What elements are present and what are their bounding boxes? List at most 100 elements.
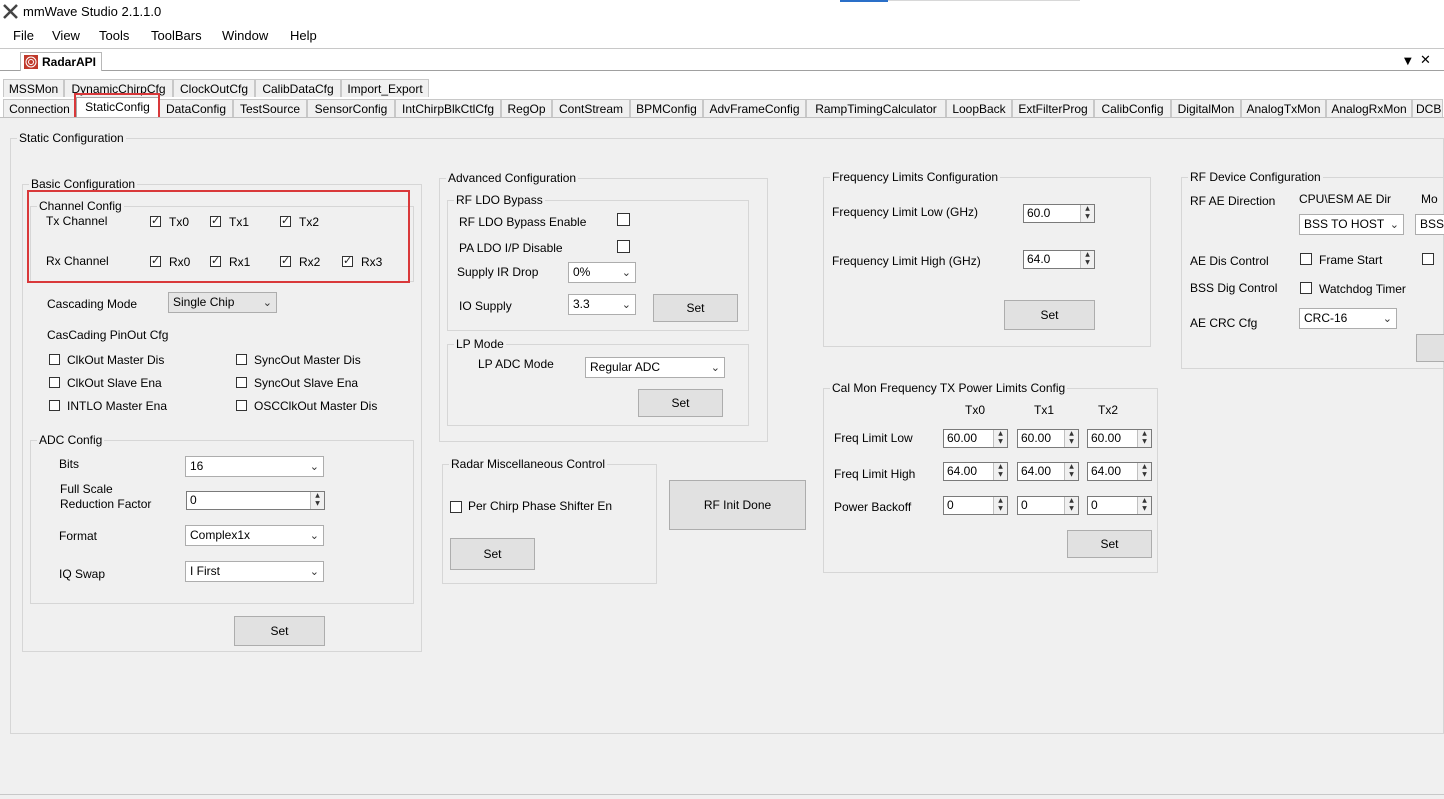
spinner-arrows-icon[interactable]: ▲ ▼ (1064, 430, 1078, 447)
freq-limits-set-button[interactable]: Set (1004, 300, 1095, 330)
freq-limit-high-spinner[interactable]: 64.0 ▲ ▼ (1023, 250, 1095, 269)
tab-bpmconfig[interactable]: BPMConfig (630, 99, 703, 117)
tab-import-export[interactable]: Import_Export (341, 79, 429, 97)
tab-mssmon[interactable]: MSSMon (3, 79, 64, 97)
calmon-backoff-tx0-spinner[interactable]: 0 ▲ ▼ (943, 496, 1008, 515)
calmon-high-tx0-spinner[interactable]: 64.00 ▲ ▼ (943, 462, 1008, 481)
tx0-checkbox[interactable] (150, 214, 161, 227)
freq-limit-low-spinner[interactable]: 60.0 ▲ ▼ (1023, 204, 1095, 223)
spinner-arrows-icon[interactable]: ▲ ▼ (1064, 497, 1078, 514)
spinner-arrows-icon[interactable]: ▲ ▼ (1080, 205, 1094, 222)
tab-testsource[interactable]: TestSource (233, 99, 307, 117)
tab-extfilterprog[interactable]: ExtFilterProg (1012, 99, 1094, 117)
tab-analogrxmon[interactable]: AnalogRxMon (1326, 99, 1412, 117)
tab-sensorconfig[interactable]: SensorConfig (307, 99, 395, 117)
oscclkout-master-dis-checkbox[interactable] (236, 400, 247, 411)
menu-window[interactable]: Window (222, 28, 268, 43)
static-configuration-title: Static Configuration (17, 131, 126, 145)
tab-ramptimingcalculator[interactable]: RampTimingCalculator (806, 99, 946, 117)
tab-connection[interactable]: Connection (3, 99, 76, 117)
clkout-master-dis-checkbox[interactable] (49, 354, 60, 365)
spinner-arrows-icon[interactable]: ▲ ▼ (993, 430, 1007, 447)
calmon-low-tx2-spinner[interactable]: 60.00 ▲ ▼ (1087, 429, 1152, 448)
spinner-arrows-icon[interactable]: ▲ ▼ (310, 492, 324, 509)
iq-swap-select[interactable]: I First ⌄ (185, 561, 324, 582)
full-scale-reduction-spinner[interactable]: 0 ▲ ▼ (186, 491, 325, 510)
spinner-arrows-icon[interactable]: ▲ ▼ (1137, 463, 1151, 480)
rx0-checkbox[interactable] (150, 254, 161, 267)
ae-crc-cfg-select[interactable]: CRC-16 ⌄ (1299, 308, 1397, 329)
pa-ldo-disable-checkbox[interactable] (617, 240, 630, 253)
tab-clockoutcfg[interactable]: ClockOutCfg (173, 79, 255, 97)
tx1-checkbox[interactable] (210, 214, 221, 227)
menu-file[interactable]: File (13, 28, 34, 43)
syncout-master-dis-checkbox[interactable] (236, 354, 247, 365)
rx3-checkbox[interactable] (342, 254, 353, 267)
chevron-down-icon: ⌄ (1382, 312, 1392, 325)
frequency-limits-title: Frequency Limits Configuration (830, 170, 1001, 184)
tab-calibconfig[interactable]: CalibConfig (1094, 99, 1171, 117)
io-supply-select[interactable]: 3.3 ⌄ (568, 294, 636, 315)
rx2-checkbox[interactable] (280, 254, 291, 267)
ae-dis-extra-checkbox[interactable] (1422, 253, 1434, 265)
tab-calibdatacfg[interactable]: CalibDataCfg (255, 79, 341, 97)
tab-advframeconfig[interactable]: AdvFrameConfig (703, 99, 806, 117)
cpu-esm-ae-dir-select[interactable]: BSS TO HOST ⌄ (1299, 214, 1404, 235)
menu-toolbars[interactable]: ToolBars (151, 28, 202, 43)
close-icon[interactable]: ✕ (1420, 53, 1431, 68)
mo-ae-dir-select[interactable]: BSS (1415, 214, 1444, 235)
rf-ldo-bypass-enable-checkbox[interactable] (617, 213, 630, 226)
syncout-slave-ena-checkbox[interactable] (236, 377, 247, 388)
tx2-checkbox[interactable] (280, 214, 291, 227)
calmon-high-tx1-spinner[interactable]: 64.00 ▲ ▼ (1017, 462, 1079, 481)
watchdog-timer-checkbox[interactable] (1300, 282, 1312, 294)
tab-regop[interactable]: RegOp (501, 99, 552, 117)
lp-adc-mode-select[interactable]: Regular ADC ⌄ (585, 357, 725, 378)
misc-set-button[interactable]: Set (450, 538, 535, 570)
per-chirp-phase-shifter-checkbox[interactable] (450, 501, 462, 513)
tab-intchirpblkctlcfg[interactable]: IntChirpBlkCtlCfg (395, 99, 501, 117)
clkout-slave-ena-checkbox[interactable] (49, 377, 60, 388)
basic-config-set-button[interactable]: Set (234, 616, 325, 646)
rf-device-set-button-partial[interactable] (1416, 334, 1444, 362)
calmon-low-tx0-spinner[interactable]: 60.00 ▲ ▼ (943, 429, 1008, 448)
frame-start-checkbox[interactable] (1300, 253, 1312, 265)
tab-digitalmon[interactable]: DigitalMon (1171, 99, 1241, 117)
calmon-high-tx2-spinner[interactable]: 64.00 ▲ ▼ (1087, 462, 1152, 481)
freq-limit-high-row-label: Freq Limit High (834, 467, 916, 481)
dock-tab-radarapi[interactable]: RadarAPI (20, 52, 102, 71)
menu-help[interactable]: Help (290, 28, 317, 43)
tab-dcb[interactable]: DCB (1412, 99, 1443, 117)
menu-view[interactable]: View (52, 28, 80, 43)
format-select[interactable]: Complex1x ⌄ (185, 525, 324, 546)
tab-dataconfig[interactable]: DataConfig (159, 99, 233, 117)
lp-mode-title: LP Mode (454, 337, 506, 351)
rx1-checkbox[interactable] (210, 254, 221, 267)
rf-init-done-button[interactable]: RF Init Done (669, 480, 806, 530)
rx0-label: Rx0 (169, 255, 191, 269)
tab-analogtxmon[interactable]: AnalogTxMon (1241, 99, 1326, 117)
spinner-arrows-icon[interactable]: ▲ ▼ (993, 497, 1007, 514)
calmon-backoff-tx1-spinner[interactable]: 0 ▲ ▼ (1017, 496, 1079, 515)
clkout-master-dis-label: ClkOut Master Dis (67, 353, 165, 367)
calmon-low-tx1-spinner[interactable]: 60.00 ▲ ▼ (1017, 429, 1079, 448)
calmon-set-button[interactable]: Set (1067, 530, 1152, 558)
spinner-arrows-icon[interactable]: ▲ ▼ (1137, 497, 1151, 514)
bits-select[interactable]: 16 ⌄ (185, 456, 324, 477)
lp-mode-set-button[interactable]: Set (638, 389, 723, 417)
ldo-set-button[interactable]: Set (653, 294, 738, 322)
menu-bar: File View Tools ToolBars Window Help (0, 24, 1444, 46)
spinner-arrows-icon[interactable]: ▲ ▼ (1080, 251, 1094, 268)
spinner-arrows-icon[interactable]: ▲ ▼ (993, 463, 1007, 480)
spinner-arrows-icon[interactable]: ▲ ▼ (1137, 430, 1151, 447)
spinner-arrows-icon[interactable]: ▲ ▼ (1064, 463, 1078, 480)
intlo-master-ena-checkbox[interactable] (49, 400, 60, 411)
tab-loopback[interactable]: LoopBack (946, 99, 1012, 117)
dock-menu-icon[interactable]: ▼ (1404, 56, 1412, 67)
calmon-backoff-tx2-spinner[interactable]: 0 ▲ ▼ (1087, 496, 1152, 515)
cpu-esm-ae-dir-value: BSS TO HOST (1304, 217, 1385, 231)
cascading-mode-select[interactable]: Single Chip ⌄ (168, 292, 277, 313)
supply-ir-drop-select[interactable]: 0% ⌄ (568, 262, 636, 283)
tab-contstream[interactable]: ContStream (552, 99, 630, 117)
menu-tools[interactable]: Tools (99, 28, 129, 43)
